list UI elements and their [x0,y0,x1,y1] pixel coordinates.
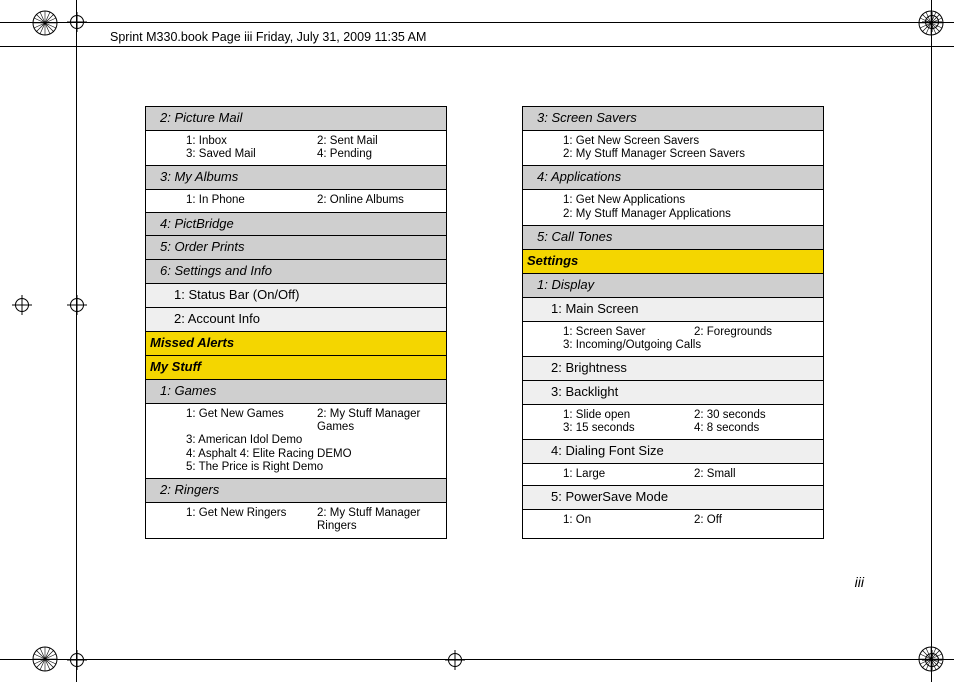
applications-items: 1: Get New Applications 2: My Stuff Mana… [523,190,823,225]
main-screen-subitems: 1: Screen Saver 2: Foregrounds 3: Incomi… [523,322,823,357]
dialing-font-subitems: 1: Large 2: Small [523,464,823,486]
content-columns: 2: Picture Mail 1: Inbox 2: Sent Mail 3:… [145,106,894,539]
crosshair-icon [12,295,32,315]
section-my-stuff: My Stuff [146,356,446,380]
section-picture-mail: 2: Picture Mail [146,107,446,131]
section-display: 1: Display [523,274,823,298]
section-order-prints: 5: Order Prints [146,236,446,260]
crosshair-icon [445,650,465,670]
section-ringers: 2: Ringers [146,479,446,503]
picture-mail-items: 1: Inbox 2: Sent Mail 3: Saved Mail 4: P… [146,131,446,166]
section-screen-savers: 3: Screen Savers [523,107,823,131]
crosshair-icon [922,12,942,32]
section-games: 1: Games [146,380,446,404]
right-column: 3: Screen Savers 1: Get New Screen Saver… [522,106,824,539]
section-call-tones: 5: Call Tones [523,226,823,250]
crosshair-icon [67,295,87,315]
section-settings-info: 6: Settings and Info [146,260,446,284]
crosshair-icon [67,12,87,32]
registration-mark-icon [32,646,58,672]
powersave-subitems: 1: On 2: Off [523,510,823,531]
page-header: Sprint M330.book Page iii Friday, July 3… [110,30,426,44]
crosshair-icon [922,650,942,670]
account-info-item: 2: Account Info [146,308,446,332]
crosshair-icon [67,650,87,670]
backlight-item: 3: Backlight [523,381,823,405]
ringers-items: 1: Get New Ringers 2: My Stuff Manager R… [146,503,446,537]
section-missed-alerts: Missed Alerts [146,332,446,356]
games-items: 1: Get New Games 2: My Stuff Manager Gam… [146,404,446,479]
my-albums-items: 1: In Phone 2: Online Albums [146,190,446,212]
backlight-subitems: 1: Slide open 2: 30 seconds 3: 15 second… [523,405,823,440]
brightness-item: 2: Brightness [523,357,823,381]
left-column: 2: Picture Mail 1: Inbox 2: Sent Mail 3:… [145,106,447,539]
page-number: iii [855,574,864,590]
section-settings: Settings [523,250,823,274]
main-screen-item: 1: Main Screen [523,298,823,322]
section-my-albums: 3: My Albums [146,166,446,190]
registration-mark-icon [32,10,58,36]
section-pictbridge: 4: PictBridge [146,213,446,237]
screen-savers-items: 1: Get New Screen Savers 2: My Stuff Man… [523,131,823,166]
status-bar-item: 1: Status Bar (On/Off) [146,284,446,308]
dialing-font-item: 4: Dialing Font Size [523,440,823,464]
powersave-item: 5: PowerSave Mode [523,486,823,510]
section-applications: 4: Applications [523,166,823,190]
